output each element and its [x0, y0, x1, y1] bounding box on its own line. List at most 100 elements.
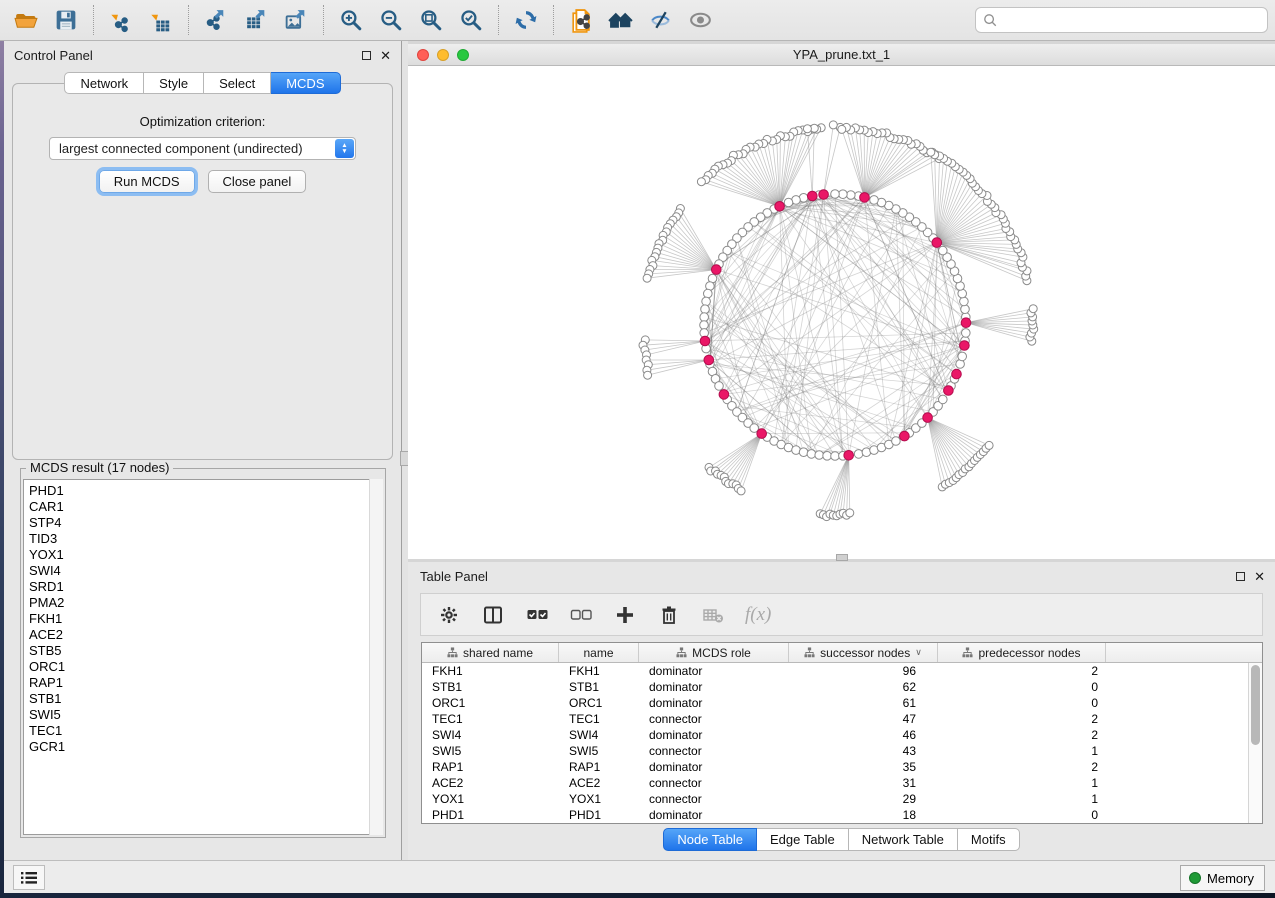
delete-table-button[interactable] [701, 600, 725, 630]
cell-MCDS-role: dominator [639, 808, 789, 822]
function-builder-button[interactable]: f(x) [745, 600, 771, 630]
column-header-name[interactable]: name [559, 643, 639, 662]
mcds-result-scrollbar[interactable] [369, 479, 383, 835]
mcds-result-item[interactable]: STB1 [29, 691, 382, 707]
column-label: successor nodes [820, 646, 910, 660]
mcds-hub-node [961, 318, 971, 328]
export-network-button[interactable] [196, 3, 236, 37]
table-row[interactable]: STB1STB1dominator620 [422, 679, 1248, 695]
right-column: YPA_prune.txt_1 Table Panel ✕ f(x) share… [408, 41, 1275, 860]
save-session-button[interactable] [46, 3, 86, 37]
criterion-select[interactable]: largest connected component (undirected)… [49, 137, 356, 160]
mcds-result-item[interactable]: FKH1 [29, 611, 382, 627]
zoom-selected-button[interactable] [451, 3, 491, 37]
horizontal-splitter-grip[interactable] [836, 554, 848, 561]
network-canvas[interactable] [408, 66, 1275, 559]
memory-label: Memory [1207, 871, 1254, 886]
window-minimize-icon[interactable] [437, 49, 449, 61]
zoom-out-button[interactable] [371, 3, 411, 37]
export-image-button[interactable] [276, 3, 316, 37]
import-network-button[interactable] [101, 3, 141, 37]
window-zoom-icon[interactable] [457, 49, 469, 61]
search-input[interactable] [998, 10, 1267, 30]
table-row[interactable]: SWI5SWI5connector431 [422, 743, 1248, 759]
mcds-result-item[interactable]: SWI5 [29, 707, 382, 723]
close-table-panel-icon[interactable]: ✕ [1254, 572, 1265, 581]
mcds-result-item[interactable]: SWI4 [29, 563, 382, 579]
mcds-result-item[interactable]: YOX1 [29, 547, 382, 563]
float-table-panel-icon[interactable] [1236, 572, 1245, 581]
mcds-result-item[interactable]: PHD1 [29, 483, 382, 499]
network-graph[interactable] [408, 66, 1275, 559]
mcds-result-item[interactable]: ORC1 [29, 659, 382, 675]
run-mcds-button[interactable]: Run MCDS [99, 170, 195, 193]
tab-node-table[interactable]: Node Table [663, 828, 757, 851]
control-panel-titlebar: Control Panel ✕ [4, 41, 401, 69]
column-header-MCDS-role[interactable]: MCDS role [639, 643, 789, 662]
tab-edge-table[interactable]: Edge Table [757, 828, 849, 851]
column-header-successor-nodes[interactable]: successor nodes∨ [789, 643, 938, 662]
table-row[interactable]: ACE2ACE2connector311 [422, 775, 1248, 791]
delete-column-button[interactable] [657, 600, 681, 630]
float-panel-icon[interactable] [362, 51, 371, 60]
mcds-result-item[interactable]: RAP1 [29, 675, 382, 691]
select-all-checks-button[interactable] [525, 600, 549, 630]
mcds-result-item[interactable]: STB5 [29, 643, 382, 659]
column-header-predecessor-nodes[interactable]: predecessor nodes [938, 643, 1106, 662]
add-column-button[interactable] [613, 600, 637, 630]
mcds-result-item[interactable]: STP4 [29, 515, 382, 531]
mcds-result-item[interactable]: SRD1 [29, 579, 382, 595]
control-panel-title: Control Panel [14, 48, 93, 63]
mcds-result-item[interactable]: PMA2 [29, 595, 382, 611]
network-document-share-icon [568, 7, 594, 33]
mcds-hub-node [808, 191, 818, 201]
mcds-result-item[interactable]: GCR1 [29, 739, 382, 755]
table-scrollbar[interactable] [1248, 663, 1262, 823]
export-table-button[interactable] [236, 3, 276, 37]
import-table-button[interactable] [141, 3, 181, 37]
mcds-result-item[interactable]: TID3 [29, 531, 382, 547]
cell-name: YOX1 [559, 792, 639, 806]
table-row[interactable]: SWI4SWI4dominator462 [422, 727, 1248, 743]
eye-hidden-button[interactable] [641, 3, 681, 37]
table-row[interactable]: PHD1PHD1dominator180 [422, 807, 1248, 823]
tab-network-table[interactable]: Network Table [849, 828, 958, 851]
unselect-all-checks-button[interactable] [569, 600, 593, 630]
table-scrollbar-thumb[interactable] [1251, 665, 1260, 745]
memory-button[interactable]: Memory [1180, 865, 1265, 891]
table-row[interactable]: FKH1FKH1dominator962 [422, 663, 1248, 679]
table-row[interactable]: YOX1YOX1connector291 [422, 791, 1248, 807]
eye-button[interactable] [681, 3, 721, 37]
close-panel-button[interactable]: Close panel [208, 170, 307, 193]
window-close-icon[interactable] [417, 49, 429, 61]
houses-button[interactable] [601, 3, 641, 37]
status-bar: Memory [4, 860, 1275, 893]
zoom-in-button[interactable] [331, 3, 371, 37]
table-row[interactable]: RAP1RAP1dominator352 [422, 759, 1248, 775]
open-file-button[interactable] [6, 3, 46, 37]
gear-button[interactable] [437, 600, 461, 630]
task-history-button[interactable] [13, 865, 45, 890]
toolbar-separator [323, 5, 324, 35]
tab-style[interactable]: Style [144, 72, 204, 94]
mcds-result-item[interactable]: ACE2 [29, 627, 382, 643]
column-header-shared-name[interactable]: shared name [422, 643, 559, 662]
table-row[interactable]: ORC1ORC1dominator610 [422, 695, 1248, 711]
mcds-hub-node [960, 341, 970, 351]
split-view-button[interactable] [481, 600, 505, 630]
mcds-result-item[interactable]: CAR1 [29, 499, 382, 515]
tab-mcds[interactable]: MCDS [271, 72, 340, 94]
table-row[interactable]: TEC1TEC1connector472 [422, 711, 1248, 727]
mcds-result-item[interactable]: TEC1 [29, 723, 382, 739]
tab-motifs[interactable]: Motifs [958, 828, 1020, 851]
cell-successor-nodes: 62 [789, 680, 938, 694]
cell-shared-name: SWI5 [422, 744, 559, 758]
mcds-hub-node [704, 355, 714, 365]
cell-predecessor-nodes: 1 [938, 776, 1106, 790]
tab-select[interactable]: Select [204, 72, 271, 94]
close-panel-icon[interactable]: ✕ [380, 51, 391, 60]
zoom-fit-button[interactable] [411, 3, 451, 37]
tab-network[interactable]: Network [64, 72, 144, 94]
refresh-button[interactable] [506, 3, 546, 37]
network-document-share-button[interactable] [561, 3, 601, 37]
